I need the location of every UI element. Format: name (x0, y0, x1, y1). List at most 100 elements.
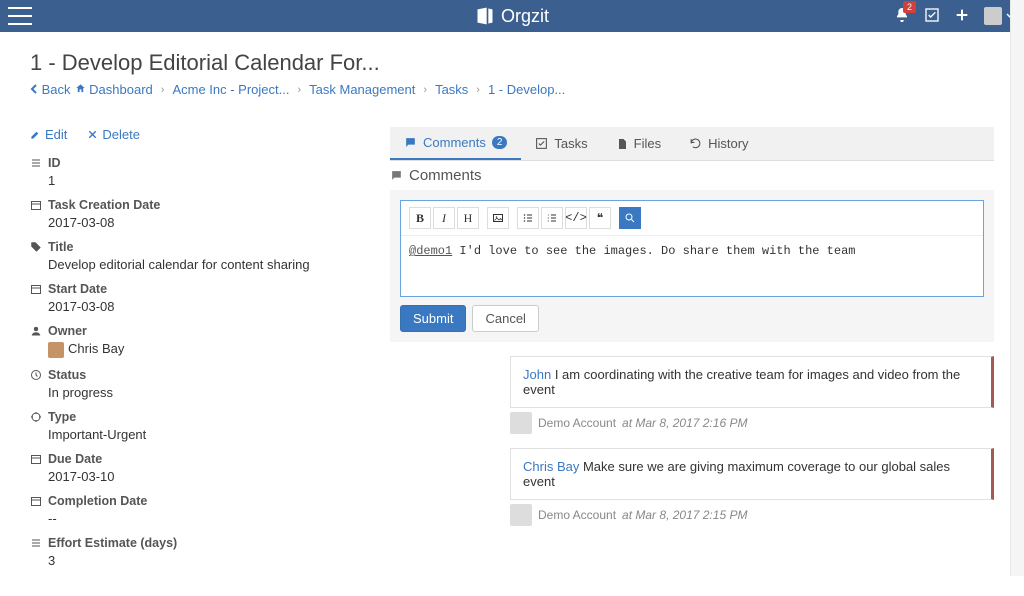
label-status: Status (48, 368, 86, 382)
heading-button[interactable]: H (457, 207, 479, 229)
comment-time: at Mar 8, 2017 2:16 PM (622, 416, 747, 430)
comment-text: Make sure we are giving maximum coverage… (523, 459, 950, 489)
comment-icon (404, 136, 417, 149)
italic-button[interactable]: I (433, 207, 455, 229)
comment-time: at Mar 8, 2017 2:15 PM (622, 508, 747, 522)
bold-button[interactable]: B (409, 207, 431, 229)
list-icon (30, 157, 42, 169)
comment-author[interactable]: Chris Bay (523, 459, 579, 474)
notifications-button[interactable]: 2 (894, 7, 910, 26)
quote-button[interactable]: ❝ (589, 207, 611, 229)
brand-icon (475, 6, 495, 26)
comments-count: 2 (492, 136, 508, 149)
code-button[interactable]: </> (565, 207, 587, 229)
list-ul-icon (522, 212, 534, 224)
comment-textarea[interactable]: @demo1 I'd love to see the images. Do sh… (401, 236, 983, 296)
delete-link[interactable]: Delete (87, 127, 140, 142)
tab-files[interactable]: Files (602, 128, 675, 159)
edit-link[interactable]: Edit (30, 127, 67, 142)
scrollbar[interactable] (1010, 0, 1024, 576)
crumb-list[interactable]: Tasks (435, 82, 468, 97)
editor-toolbar: B I H 123 </> ❝ (401, 201, 983, 236)
ul-button[interactable] (517, 207, 539, 229)
value-title: Develop editorial calendar for content s… (30, 254, 360, 272)
brand-text: Orgzit (501, 6, 549, 27)
value-type: Important-Urgent (30, 424, 360, 442)
comment-item: John I am coordinating with the creative… (510, 356, 994, 434)
scroll-thumb[interactable] (1013, 0, 1022, 180)
comment-icon (390, 169, 403, 182)
topbar: Orgzit 2 (0, 0, 1024, 32)
user-icon (30, 325, 42, 337)
label-owner: Owner (48, 324, 87, 338)
main-panel: Comments 2 Tasks Files History Comments … (390, 127, 994, 578)
avatar (984, 7, 1002, 25)
breadcrumb: Back Dashboard › Acme Inc - Project... ›… (30, 82, 994, 97)
add-button[interactable] (954, 7, 970, 26)
comment-user: Demo Account (538, 416, 616, 430)
value-status: In progress (30, 382, 360, 400)
value-owner: Chris Bay (30, 338, 360, 358)
tag-icon (30, 241, 42, 253)
plus-icon (954, 7, 970, 23)
home-icon (75, 83, 86, 94)
image-button[interactable] (487, 207, 509, 229)
label-start: Start Date (48, 282, 107, 296)
value-start: 2017-03-08 (30, 296, 360, 314)
comments-heading: Comments (390, 161, 994, 190)
back-link[interactable]: Back (30, 82, 71, 97)
label-title: Title (48, 240, 73, 254)
comment-user: Demo Account (538, 508, 616, 522)
chevron-left-icon (30, 84, 38, 94)
tab-tasks[interactable]: Tasks (521, 128, 601, 159)
label-creation: Task Creation Date (48, 198, 160, 212)
check-square-icon (535, 137, 548, 150)
x-icon (87, 129, 98, 140)
label-effort: Effort Estimate (days) (48, 536, 177, 550)
comment-item: Chris Bay Make sure we are giving maximu… (510, 448, 994, 526)
menu-toggle[interactable] (8, 7, 32, 25)
brand[interactable]: Orgzit (475, 6, 549, 27)
value-effort: 3 (30, 550, 360, 568)
label-type: Type (48, 410, 76, 424)
calendar-icon (30, 199, 42, 211)
notification-badge: 2 (903, 1, 916, 13)
calendar-icon (30, 453, 42, 465)
comment-editor-wrap: B I H 123 </> ❝ (390, 190, 994, 342)
calendar-icon (30, 283, 42, 295)
owner-avatar (48, 342, 64, 358)
crumb-dashboard[interactable]: Dashboard (75, 82, 153, 97)
comment-text: I am coordinating with the creative team… (523, 367, 960, 397)
details-sidebar: Edit Delete ID1 Task Creation Date2017-0… (30, 127, 360, 578)
tab-history[interactable]: History (675, 128, 762, 159)
search-icon (624, 212, 636, 224)
tasks-button[interactable] (924, 7, 940, 26)
submit-button[interactable]: Submit (400, 305, 466, 332)
tabs: Comments 2 Tasks Files History (390, 127, 994, 161)
value-completion: -- (30, 508, 360, 526)
cancel-button[interactable]: Cancel (472, 305, 538, 332)
crumb-current[interactable]: 1 - Develop... (488, 82, 565, 97)
avatar (510, 412, 532, 434)
list-icon (30, 537, 42, 549)
ol-button[interactable]: 123 (541, 207, 563, 229)
file-icon (616, 137, 628, 151)
crumb-org[interactable]: Acme Inc - Project... (172, 82, 289, 97)
list-ol-icon: 123 (546, 212, 558, 224)
calendar-icon (30, 495, 42, 507)
svg-text:3: 3 (548, 219, 550, 223)
pencil-icon (30, 129, 41, 140)
clock-icon (30, 369, 42, 381)
page-title: 1 - Develop Editorial Calendar For... (30, 50, 994, 76)
comment-author[interactable]: John (523, 367, 551, 382)
label-due: Due Date (48, 452, 102, 466)
search-button[interactable] (619, 207, 641, 229)
value-due: 2017-03-10 (30, 466, 360, 484)
crumb-project[interactable]: Task Management (309, 82, 415, 97)
value-id: 1 (30, 170, 360, 188)
tab-comments[interactable]: Comments 2 (390, 127, 521, 160)
value-creation: 2017-03-08 (30, 212, 360, 230)
image-icon (492, 212, 504, 224)
crosshair-icon (30, 411, 42, 423)
check-square-icon (924, 7, 940, 23)
